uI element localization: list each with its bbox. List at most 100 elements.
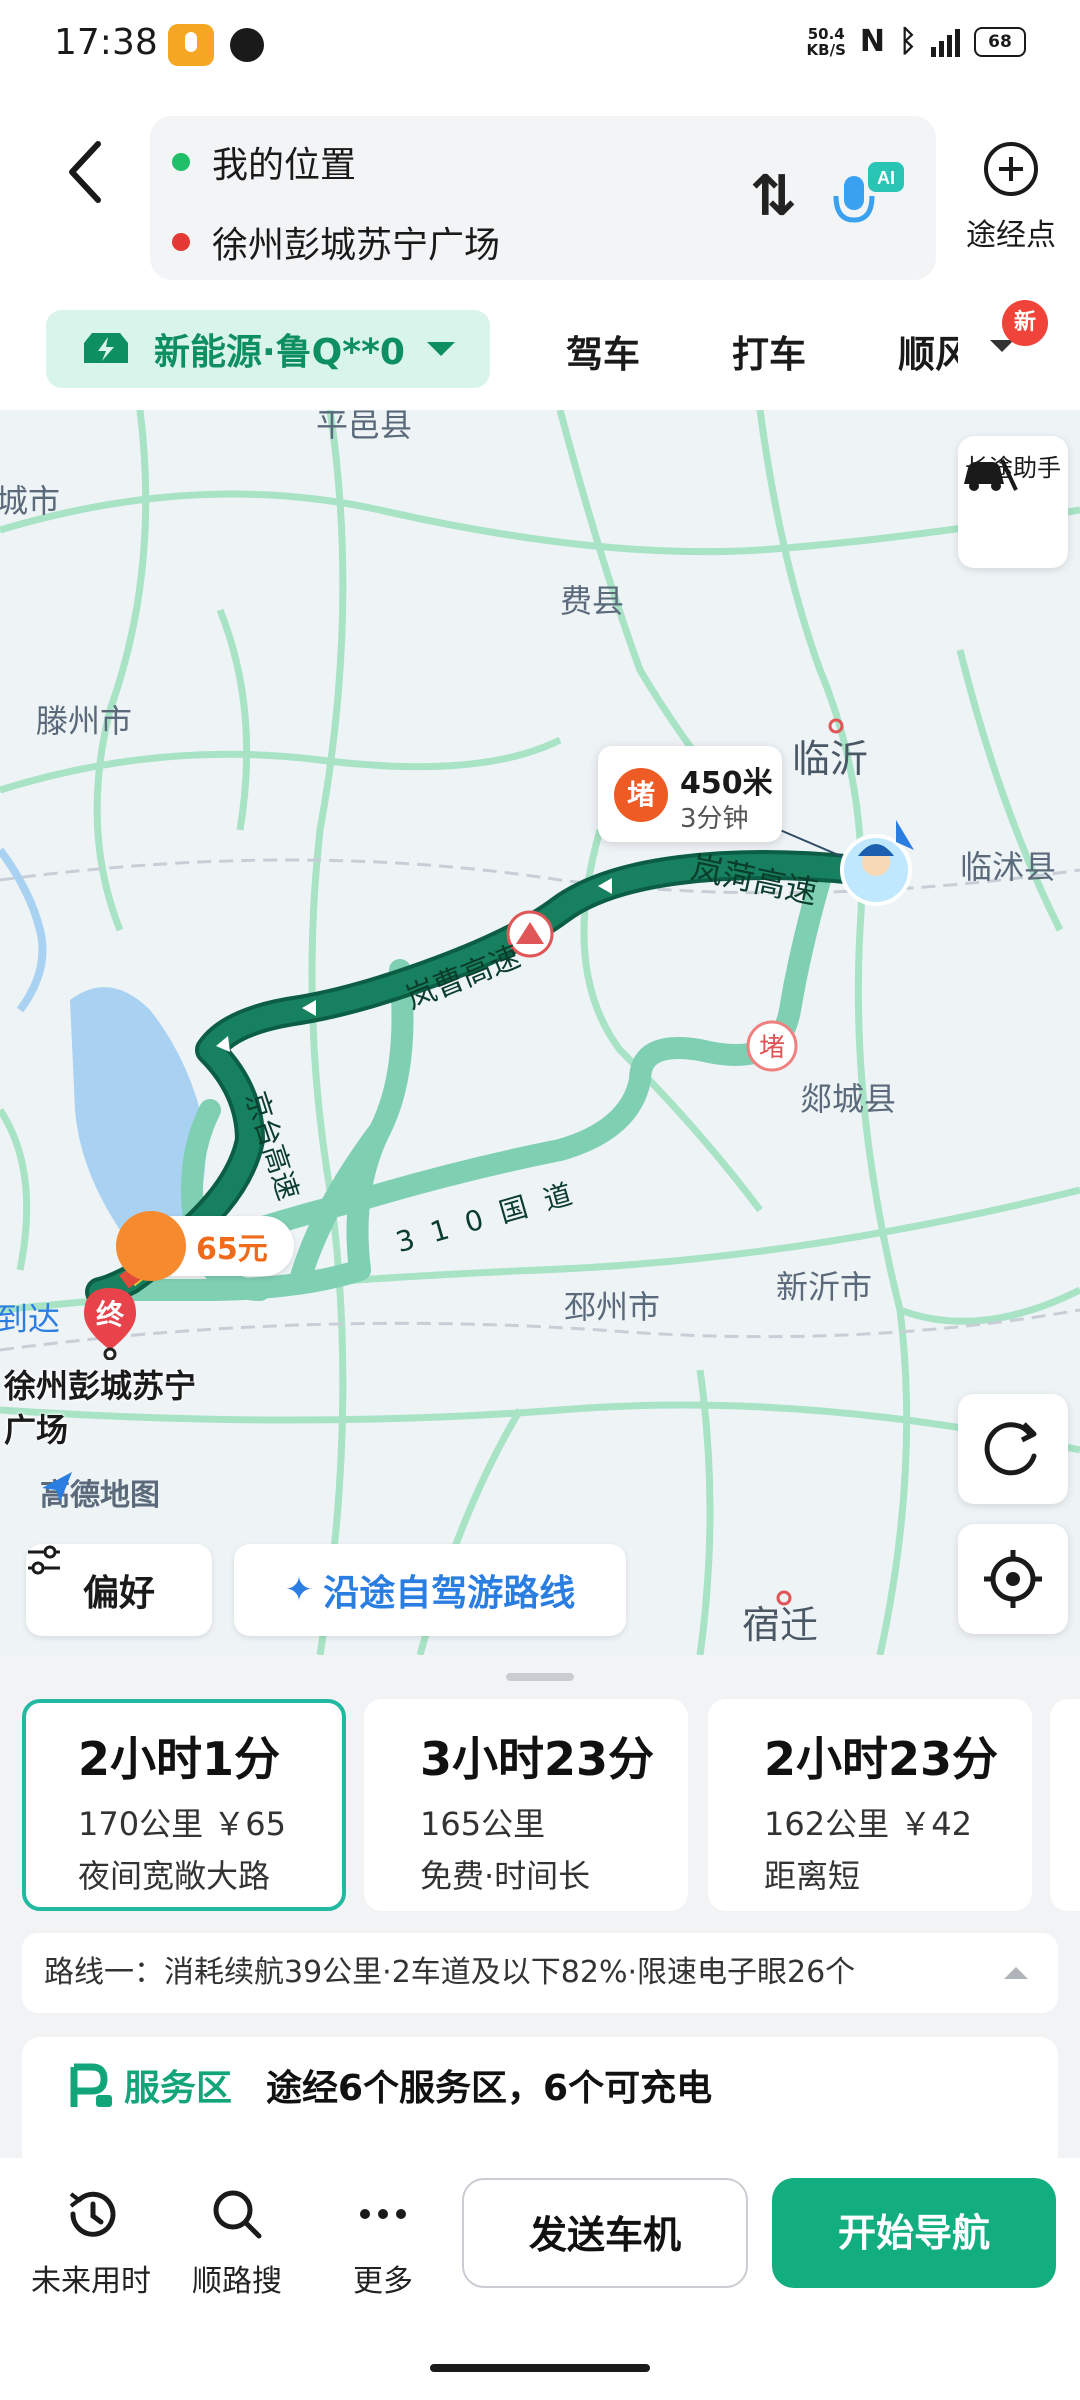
- road-trip-routes-button[interactable]: ✦ 沿途自驾游路线: [234, 1544, 626, 1636]
- ev-chip-label: 新能源·鲁Q**0: [154, 332, 405, 373]
- tab-drive[interactable]: 驾车: [566, 324, 640, 378]
- route-time: 2小时23分: [764, 1732, 999, 1786]
- more-label: 更多: [353, 2264, 413, 2299]
- end-badge: 终: [96, 1298, 125, 1331]
- net-speed: 50.4 KB/S: [807, 26, 846, 58]
- service-area-label: 服务区: [124, 2068, 233, 2109]
- river: [0, 847, 47, 1013]
- destination-pin[interactable]: 终: [80, 1286, 140, 1360]
- toll-info[interactable]: 65元: [116, 1211, 294, 1281]
- route-tag: 免费·时间长: [420, 1857, 591, 1895]
- send-to-car-button[interactable]: 发送车机: [462, 2178, 748, 2288]
- map-label-suqian: 宿迁: [742, 1603, 819, 1647]
- map-label-linshu: 临沭县: [960, 848, 1057, 886]
- tab-taxi[interactable]: 打车: [732, 324, 806, 378]
- route-distance-cost: 165公里: [420, 1805, 546, 1843]
- route-option-1[interactable]: 2小时1分 170公里 ￥65 夜间宽敞大路: [22, 1699, 346, 1911]
- jam-badge: 堵: [614, 768, 668, 822]
- address-box: 我的位置 徐州彭城苏宁广场 ⇅ AI: [150, 116, 936, 280]
- back-button[interactable]: [54, 132, 118, 212]
- car-road-icon: [964, 459, 1018, 491]
- along-route-search-label: 顺路搜: [192, 2264, 282, 2299]
- origin-text: 我的位置: [212, 145, 357, 186]
- service-area-card[interactable]: 服务区 途经6个服务区，6个可充电: [22, 2037, 1058, 2167]
- route-option-peek[interactable]: [1050, 1699, 1080, 1911]
- locate-me-button[interactable]: [958, 1524, 1068, 1634]
- route-tag: 夜间宽敞大路: [78, 1857, 271, 1895]
- route-map[interactable]: 堵 岚菏高速 岚曹高速 京台高速 310国道 平邑县 城市 费县 滕州市 临沂 …: [0, 410, 1080, 1655]
- service-area-desc: 途经6个服务区，6个可充电: [266, 2068, 713, 2109]
- origin-dot: [172, 153, 190, 171]
- sheet-drag-handle[interactable]: [506, 1673, 574, 1681]
- route-summary-text: 路线一：消耗续航39公里·2车道及以下82%·限速电子眼26个: [44, 1955, 856, 1990]
- route-option-2[interactable]: 3小时23分 165公里 免费·时间长: [364, 1699, 688, 1911]
- battery-icon: 68: [974, 26, 1026, 57]
- preference-label: 偏好: [82, 1573, 155, 1614]
- more-tabs-chevron-icon[interactable]: [990, 340, 1014, 352]
- add-waypoint-button[interactable]: 途经点: [956, 142, 1066, 254]
- future-time-label: 未来用时: [31, 2264, 151, 2299]
- mode-tabs: 新能源·鲁Q**0 驾车 打车 顺风车 新: [0, 300, 1080, 402]
- preference-button[interactable]: 偏好: [26, 1544, 212, 1636]
- long-trip-assistant-button[interactable]: 长途助手: [958, 436, 1068, 568]
- map-label-pingyi: 平邑县: [316, 410, 413, 444]
- bottom-action-bar: 未来用时 顺路搜 更多 发送车机 开始导航: [0, 2158, 1080, 2400]
- status-icons: 50.4 KB/S Ν ᛒ 68: [807, 24, 1026, 59]
- map-label-feixian: 费县: [560, 582, 625, 620]
- chevron-up-icon: [1004, 1967, 1028, 1979]
- start-navigation-button[interactable]: 开始导航: [772, 2178, 1056, 2288]
- locate-icon: [984, 1550, 1042, 1608]
- future-time-button[interactable]: 未来用时: [16, 2184, 166, 2300]
- route-time: 3小时23分: [420, 1732, 655, 1786]
- road-trip-routes-label: 沿途自驾游路线: [323, 1573, 576, 1614]
- refresh-icon: [984, 1422, 1037, 1476]
- home-indicator[interactable]: [430, 2364, 650, 2372]
- more-button[interactable]: 更多: [308, 2184, 458, 2300]
- map-label-linyi: 临沂: [792, 737, 869, 781]
- sliders-icon: [28, 1545, 60, 1575]
- refresh-route-button[interactable]: [958, 1394, 1068, 1504]
- route-option-3[interactable]: 2小时23分 162公里 ￥42 距离短: [708, 1699, 1032, 1911]
- clock-icon: [69, 2191, 116, 2237]
- destination-field[interactable]: 徐州彭城苏宁广场: [172, 216, 500, 268]
- parking-charge-icon: [70, 2063, 112, 2107]
- amap-arrow-icon: [42, 1472, 72, 1502]
- map-label-daoda: 到达: [0, 1300, 61, 1338]
- ai-mic-icon: AI: [833, 162, 904, 223]
- sparkle-icon: ✦: [284, 1570, 314, 1610]
- tab-ride[interactable]: 顺风车: [898, 324, 958, 378]
- origin-field[interactable]: 我的位置: [172, 136, 356, 188]
- traffic-jam-info[interactable]: 堵 450米 3分钟: [598, 746, 782, 842]
- swap-icon[interactable]: ⇅: [750, 164, 797, 229]
- route-header: 我的位置 徐州彭城苏宁广场 ⇅ AI 途经点 新能源·鲁Q**0 驾车 打车 顺…: [0, 92, 1080, 410]
- route-options-sheet: 2小时1分 170公里 ￥65 夜间宽敞大路 3小时23分 165公里 免费·时…: [0, 1655, 1080, 2167]
- alt-jam-badge: 堵: [759, 1033, 785, 1063]
- destination-map-label: 徐州彭城苏宁 广场: [4, 1364, 196, 1452]
- map-label-xinyi: 新沂市: [776, 1268, 873, 1306]
- destination-pin-icon: 终: [84, 1288, 136, 1360]
- net-speed-unit: KB/S: [806, 40, 846, 59]
- jam-distance: 450米: [680, 766, 773, 801]
- toll-booth-icon: [116, 1211, 186, 1281]
- chat-bubble-icon: [230, 28, 264, 62]
- destination-map-label-line1: 徐州彭城苏宁: [4, 1367, 197, 1405]
- along-route-search-button[interactable]: 顺路搜: [162, 2184, 312, 2300]
- waypoint-label: 途经点: [966, 218, 1056, 253]
- mic-icon: [168, 24, 214, 66]
- status-bar: 17:38 50.4 KB/S Ν ᛒ 68: [0, 0, 1080, 92]
- ev-vehicle-selector[interactable]: 新能源·鲁Q**0: [46, 310, 490, 388]
- back-arrow-icon: [69, 141, 101, 203]
- destination-text: 徐州彭城苏宁广场: [212, 225, 501, 266]
- ai-badge: AI: [877, 168, 895, 188]
- ai-voice-button[interactable]: AI: [830, 156, 906, 236]
- new-badge: 新: [1002, 300, 1048, 346]
- route-time: 2小时1分: [78, 1732, 281, 1786]
- plus-circle-icon: [984, 142, 1038, 196]
- destination-dot: [172, 233, 190, 251]
- jam-time: 3分钟: [680, 804, 749, 834]
- search-icon: [213, 2190, 262, 2239]
- more-dots-icon: [360, 2209, 406, 2219]
- amap-logo: 高德地图: [40, 1470, 160, 1514]
- route-summary-bar[interactable]: 路线一：消耗续航39公里·2车道及以下82%·限速电子眼26个: [22, 1933, 1058, 2013]
- route-distance-cost: 162公里 ￥42: [764, 1805, 972, 1843]
